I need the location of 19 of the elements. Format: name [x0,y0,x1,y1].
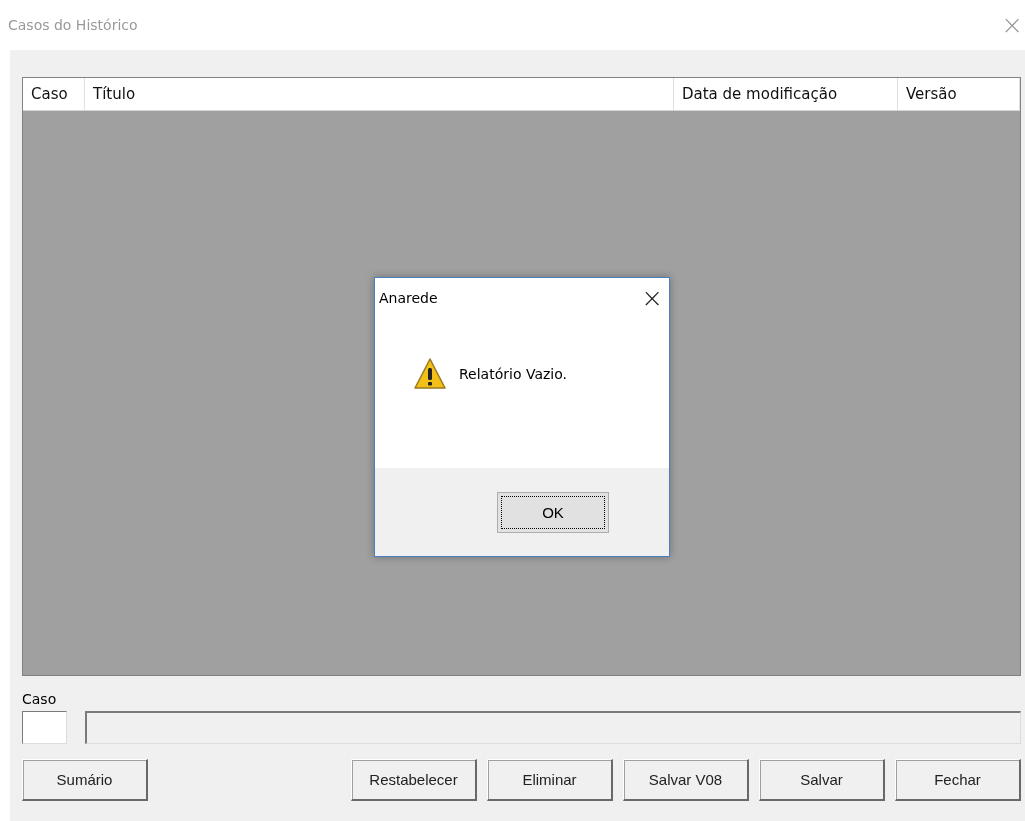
column-header[interactable]: Caso [23,78,85,110]
column-header[interactable]: Título [85,78,674,110]
case-number-field[interactable] [22,711,67,744]
column-header[interactable]: Data de modificação [674,78,898,110]
window-title: Casos do Histórico [8,17,138,33]
dialog-title: Anarede [379,290,438,306]
case-title-field[interactable] [85,711,1021,744]
dialog-button[interactable]: Restabelecer [351,759,477,801]
ok-button[interactable]: OK [497,491,609,533]
dialog-button[interactable]: Fechar [895,759,1021,801]
dialog-button[interactable]: Salvar [759,759,885,801]
case-label: Caso [22,691,57,707]
dialog-message: Relatório Vazio. [459,366,567,382]
warning-icon [413,357,447,391]
close-button[interactable]: × [641,285,663,311]
dialog-button[interactable]: Eliminar [487,759,613,801]
column-header[interactable]: Versão [898,78,1020,110]
dialog-button[interactable]: Sumário [22,759,148,801]
dialog-button[interactable]: Salvar V08 [623,759,749,801]
